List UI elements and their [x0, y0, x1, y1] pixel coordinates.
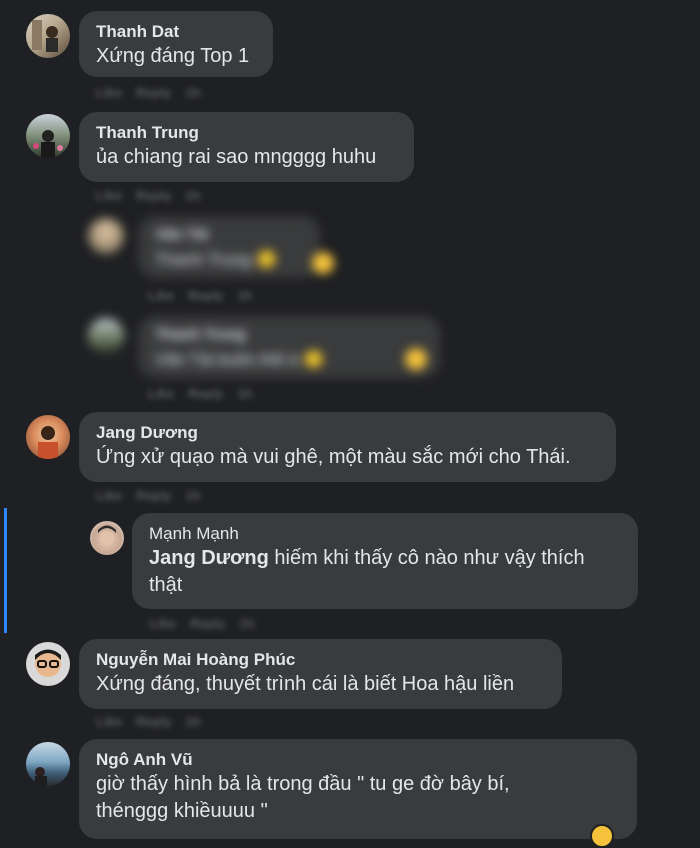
comment-text-line1: giờ thấy hình bả là trong đầu " tu ge đờ…	[96, 773, 510, 795]
mention-link[interactable]: Jang Dương	[149, 547, 269, 569]
comment-text: Xứng đáng, thuyết trình cái là biết Hoa …	[96, 673, 515, 695]
avatar[interactable]	[26, 114, 70, 158]
comment-text: Ứng xử quạo mà vui ghê, một màu sắc mới …	[96, 446, 571, 468]
blurred-reply-text: Thanh Trung 🙂	[155, 250, 278, 269]
person-photo-icon	[38, 426, 58, 459]
reaction-haha-icon[interactable]	[590, 824, 614, 848]
comment-actions[interactable]: Like Reply 1h	[96, 188, 215, 203]
reply-link[interactable]: Reply	[188, 288, 223, 303]
like-link[interactable]: Like	[96, 714, 122, 729]
comment-actions: Like Reply 1h	[148, 386, 267, 401]
reply-bubble: Mạnh Mạnh Jang Dương hiếm khi thấy cô nà…	[132, 513, 638, 609]
reply-link[interactable]: Reply	[190, 616, 225, 631]
reply-link[interactable]: Reply	[136, 188, 171, 203]
like-link[interactable]: Like	[96, 85, 122, 100]
comment-text: ủa chiang rai sao mngggg huhu	[96, 146, 377, 168]
comment-author[interactable]: Ngô Anh Vũ	[96, 749, 621, 771]
reply-author[interactable]: Mạnh Mạnh	[149, 523, 622, 545]
person-photo-icon	[35, 767, 47, 786]
like-link[interactable]: Like	[150, 616, 176, 631]
avatar[interactable]	[26, 415, 70, 459]
comment-bubble: Jang Dương Ứng xử quạo mà vui ghê, một m…	[79, 412, 616, 482]
like-link[interactable]: Like	[96, 488, 122, 503]
comment-author[interactable]: Thanh Dat	[96, 21, 257, 43]
reply-text-line1: hiếm khi thấy cô nào như vậy thích	[268, 547, 585, 569]
timestamp: 1h	[239, 616, 255, 631]
avatar[interactable]	[26, 742, 70, 786]
person-photo-icon	[32, 20, 58, 52]
comment-text-line2: thénggg khiềuuuu "	[96, 800, 268, 822]
comment-bubble: Thanh Trung ủa chiang rai sao mngggg huh…	[79, 112, 414, 182]
blurred-reply-text: Văn Tài buồn thế á 🙂	[155, 350, 325, 369]
comment-actions[interactable]: Like Reply 1h	[96, 85, 215, 100]
person-photo-icon	[33, 130, 63, 158]
comment-author[interactable]: Nguyễn Mai Hoàng Phúc	[96, 649, 546, 671]
blurred-reply-author: Thanh Trung	[155, 326, 246, 343]
timestamp: 1h	[185, 188, 201, 203]
avatar[interactable]	[26, 14, 70, 58]
reply-text: Jang Dương hiếm khi thấy cô nào như vậy …	[149, 545, 622, 572]
like-link[interactable]: Like	[148, 288, 174, 303]
blurred-reply-author: Văn Tài	[155, 226, 209, 243]
reply-text-line2: thật	[149, 574, 183, 596]
blurred-reply-bubble: Thanh Trung Văn Tài buồn thế á 🙂	[138, 316, 440, 378]
timestamp: 1h	[237, 386, 253, 401]
comment-bubble: Nguyễn Mai Hoàng Phúc Xứng đáng, thuyết …	[79, 639, 562, 709]
thread-highlight-line	[4, 508, 7, 633]
comment-bubble: Ngô Anh Vũ giờ thấy hình bả là trong đầu…	[79, 739, 637, 839]
comment-actions[interactable]: Like Reply 1h	[150, 616, 269, 631]
avatar	[88, 218, 124, 254]
comment-text: Xứng đáng Top 1	[96, 45, 250, 67]
timestamp: 1h	[237, 288, 253, 303]
timestamp: 1h	[185, 488, 201, 503]
timestamp: 1h	[185, 85, 201, 100]
reply-link[interactable]: Reply	[136, 85, 171, 100]
person-photo-icon	[35, 649, 61, 677]
avatar	[88, 318, 124, 354]
comment-author[interactable]: Thanh Trung	[96, 122, 398, 144]
comment-actions: Like Reply 1h	[148, 288, 267, 303]
timestamp: 1h	[185, 714, 201, 729]
like-link[interactable]: Like	[96, 188, 122, 203]
smile-emoji-icon	[405, 348, 427, 370]
blurred-reply-bubble: Văn Tài Thanh Trung 🙂	[138, 216, 320, 278]
smile-emoji-icon	[312, 252, 334, 274]
like-link[interactable]: Like	[148, 386, 174, 401]
person-photo-icon	[98, 525, 116, 545]
avatar[interactable]	[90, 521, 124, 555]
comment-author[interactable]: Jang Dương	[96, 422, 600, 444]
reply-link[interactable]: Reply	[188, 386, 223, 401]
reply-link[interactable]: Reply	[136, 714, 171, 729]
comment-actions[interactable]: Like Reply 1h	[96, 714, 215, 729]
avatar[interactable]	[26, 642, 70, 686]
comment-bubble: Thanh Dat Xứng đáng Top 1	[79, 11, 273, 77]
reply-link[interactable]: Reply	[136, 488, 171, 503]
comment-actions[interactable]: Like Reply 1h	[96, 488, 215, 503]
